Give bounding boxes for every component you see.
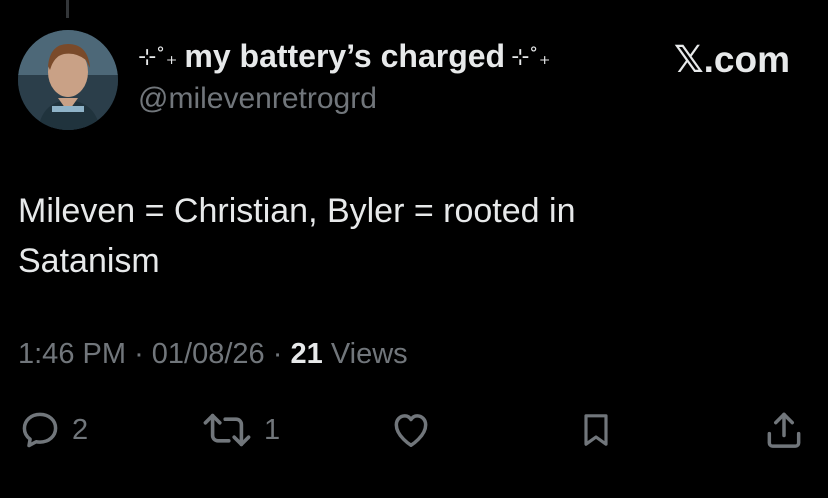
share-upload-icon [767,412,801,448]
x-logo-site-tag: 𝕏.com [673,39,790,80]
display-name-row[interactable]: ⊹˚₊ my battery’s charged ⊹˚₊ [138,38,551,75]
tweet-text-line: Mileven = Christian, Byler = rooted in [18,192,576,230]
views-count: 21 [290,338,323,370]
avatar[interactable] [18,30,118,130]
tweet-text-line: Satanism [18,242,160,280]
name-decoration-left: ⊹˚₊ [138,43,179,69]
meta-separator: · [272,338,283,370]
thread-connector-line [66,0,69,18]
reply-count: 2 [72,413,89,446]
like-button[interactable] [388,408,434,452]
name-decoration-right: ⊹˚₊ [511,43,552,69]
tweet-text: Mileven = Christian, Byler = rooted in S… [18,186,778,286]
tweet-meta: 1:46 PM · 01/08/26 · 21 Views [18,338,408,371]
meta-separator: · [134,338,144,370]
tweet-time[interactable]: 1:46 PM [18,338,126,370]
views-label: Views [330,338,408,370]
reply-button[interactable]: 2 [18,408,88,452]
avatar-image [18,30,118,130]
user-handle[interactable]: @milevenretrogrd [138,82,377,116]
repost-arrows-icon [203,413,251,447]
tweet-date[interactable]: 01/08/26 [152,338,265,370]
action-bar: 2 1 [0,408,828,456]
heart-icon [394,414,428,447]
share-button[interactable] [762,408,806,452]
repost-button[interactable]: 1 [200,408,280,452]
repost-count: 1 [264,413,281,446]
speech-bubble-icon [22,412,58,448]
bookmark-button[interactable] [576,408,616,452]
bookmark-icon [584,414,608,446]
display-name[interactable]: my battery’s charged [184,38,505,75]
